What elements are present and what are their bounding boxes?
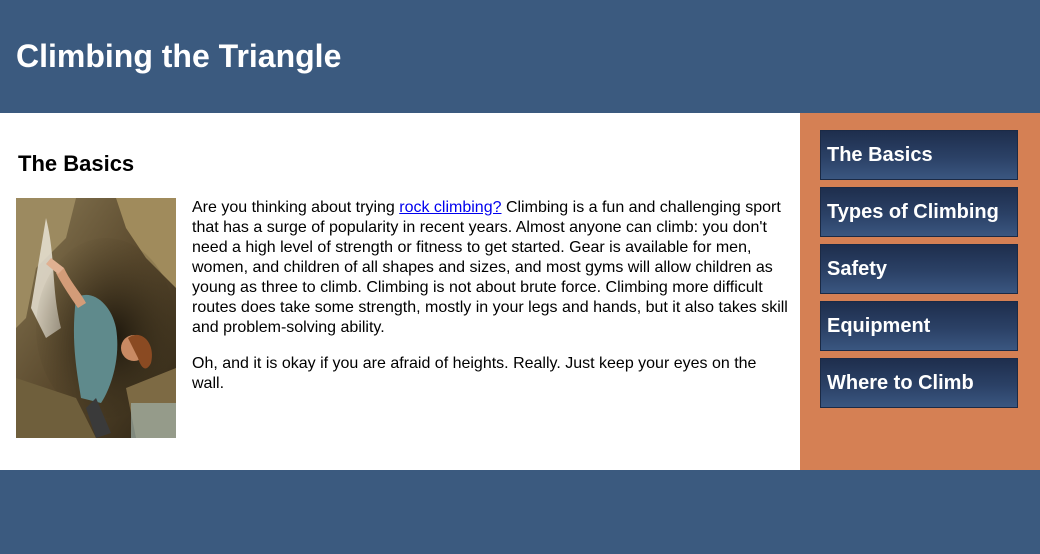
main-content: The Basics Are you thinking about trying… xyxy=(0,113,800,470)
heights-paragraph: Oh, and it is okay if you are afraid of … xyxy=(192,355,757,392)
nav-item-the-basics[interactable]: The Basics xyxy=(820,130,1018,180)
intro-text-rest: Climbing is a fun and challenging sport … xyxy=(192,199,788,336)
climber-photo xyxy=(16,198,176,438)
nav-item-where-to-climb[interactable]: Where to Climb xyxy=(820,358,1018,408)
intro-text-start: Are you thinking about trying xyxy=(192,199,400,216)
nav-item-equipment[interactable]: Equipment xyxy=(820,301,1018,351)
site-footer xyxy=(0,470,1040,554)
sidebar-nav: The Basics Types of Climbing Safety Equi… xyxy=(800,113,1040,470)
rock-climbing-link[interactable]: rock climbing? xyxy=(399,199,501,216)
site-title: Climbing the Triangle xyxy=(16,38,342,74)
nav-item-types-of-climbing[interactable]: Types of Climbing xyxy=(820,187,1018,237)
article-body: Are you thinking about trying rock climb… xyxy=(192,198,788,410)
nav-item-safety[interactable]: Safety xyxy=(820,244,1018,294)
site-header: Climbing the Triangle xyxy=(0,0,1040,113)
intro-paragraph: Are you thinking about trying rock climb… xyxy=(192,198,788,338)
section-heading: The Basics xyxy=(18,151,135,176)
